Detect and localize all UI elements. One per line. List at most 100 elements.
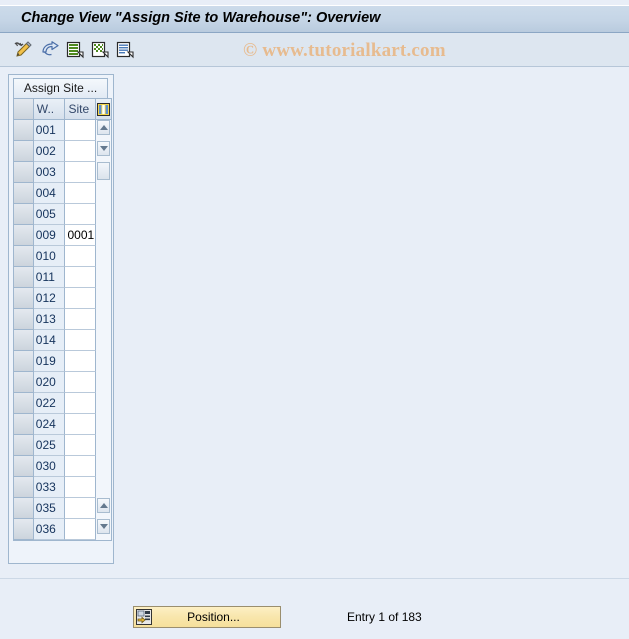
- row-select-cell[interactable]: [14, 456, 34, 477]
- cell-site[interactable]: [65, 477, 97, 498]
- cell-warehouse[interactable]: 020: [33, 372, 66, 393]
- cell-site[interactable]: [65, 183, 97, 204]
- cell-warehouse[interactable]: 030: [33, 456, 66, 477]
- undo-icon[interactable]: [40, 39, 62, 61]
- cell-site[interactable]: [65, 309, 97, 330]
- scroll-track-segment[interactable]: [96, 414, 111, 435]
- cell-warehouse[interactable]: 001: [33, 120, 66, 141]
- new-entries-icon[interactable]: [64, 39, 86, 61]
- cell-warehouse[interactable]: 004: [33, 183, 66, 204]
- cell-warehouse[interactable]: 036: [33, 519, 66, 540]
- cell-site[interactable]: [65, 288, 97, 309]
- scroll-thumb[interactable]: [97, 162, 110, 180]
- cell-site[interactable]: [65, 120, 97, 141]
- cell-site[interactable]: [65, 246, 97, 267]
- scroll-track-segment[interactable]: [96, 351, 111, 372]
- table-row[interactable]: 030: [14, 456, 111, 477]
- cell-site[interactable]: [65, 267, 97, 288]
- copy-as-icon[interactable]: [89, 39, 111, 61]
- cell-warehouse[interactable]: 022: [33, 393, 66, 414]
- cell-warehouse[interactable]: 014: [33, 330, 66, 351]
- cell-site[interactable]: [65, 456, 97, 477]
- table-row[interactable]: 020: [14, 372, 111, 393]
- cell-site[interactable]: [65, 162, 97, 183]
- position-button[interactable]: Position...: [133, 606, 281, 628]
- scroll-track-segment[interactable]: [96, 309, 111, 330]
- cell-site[interactable]: [65, 351, 97, 372]
- table-row[interactable]: 022: [14, 393, 111, 414]
- row-select-cell[interactable]: [14, 120, 34, 141]
- scroll-track-segment[interactable]: [96, 330, 111, 351]
- row-select-cell[interactable]: [14, 477, 34, 498]
- cell-site[interactable]: [65, 435, 97, 456]
- table-row[interactable]: 033: [14, 477, 111, 498]
- scroll-down-button[interactable]: [97, 141, 110, 156]
- row-select-cell[interactable]: [14, 204, 34, 225]
- cell-site[interactable]: [65, 204, 97, 225]
- table-row[interactable]: 024: [14, 414, 111, 435]
- table-row[interactable]: 014: [14, 330, 111, 351]
- change-display-icon[interactable]: [12, 39, 34, 61]
- scroll-track-segment[interactable]: [96, 372, 111, 393]
- scroll-track-segment[interactable]: [96, 246, 111, 267]
- row-select-cell[interactable]: [14, 246, 34, 267]
- row-select-cell[interactable]: [14, 372, 34, 393]
- cell-warehouse[interactable]: 012: [33, 288, 66, 309]
- cell-warehouse[interactable]: 013: [33, 309, 66, 330]
- table-row[interactable]: 010: [14, 246, 111, 267]
- row-select-cell[interactable]: [14, 288, 34, 309]
- scroll-track-segment[interactable]: [96, 204, 111, 225]
- row-select-cell[interactable]: [14, 351, 34, 372]
- cell-site[interactable]: [65, 414, 97, 435]
- table-row[interactable]: 009 0001: [14, 225, 111, 246]
- cell-site[interactable]: [65, 141, 97, 162]
- cell-warehouse[interactable]: 010: [33, 246, 66, 267]
- table-row[interactable]: 005: [14, 204, 111, 225]
- scroll-track-segment[interactable]: [96, 456, 111, 477]
- cell-warehouse[interactable]: 003: [33, 162, 66, 183]
- scroll-track-segment[interactable]: [96, 225, 111, 246]
- row-select-cell[interactable]: [14, 141, 34, 162]
- row-select-cell[interactable]: [14, 225, 34, 246]
- scroll-track-segment[interactable]: [96, 288, 111, 309]
- cell-site[interactable]: [65, 372, 97, 393]
- column-header-warehouse[interactable]: W..: [33, 99, 66, 120]
- cell-warehouse[interactable]: 033: [33, 477, 66, 498]
- row-select-cell[interactable]: [14, 330, 34, 351]
- scroll-page-up-button[interactable]: [97, 498, 110, 513]
- cell-warehouse[interactable]: 019: [33, 351, 66, 372]
- table-row[interactable]: 019: [14, 351, 111, 372]
- column-header-site[interactable]: Site: [65, 99, 97, 120]
- cell-warehouse[interactable]: 009: [33, 225, 66, 246]
- row-select-cell[interactable]: [14, 435, 34, 456]
- row-select-cell[interactable]: [14, 162, 34, 183]
- cell-site[interactable]: 0001: [65, 225, 97, 246]
- cell-warehouse[interactable]: 011: [33, 267, 66, 288]
- row-select-cell[interactable]: [14, 183, 34, 204]
- cell-warehouse[interactable]: 002: [33, 141, 66, 162]
- scroll-track-segment[interactable]: [96, 267, 111, 288]
- row-select-cell[interactable]: [14, 267, 34, 288]
- row-select-cell[interactable]: [14, 414, 34, 435]
- column-config-icon[interactable]: [96, 99, 111, 120]
- row-select-cell[interactable]: [14, 519, 34, 540]
- row-select-cell[interactable]: [14, 309, 34, 330]
- scroll-track-segment[interactable]: [96, 393, 111, 414]
- table-row[interactable]: 004: [14, 183, 111, 204]
- table-row[interactable]: 011: [14, 267, 111, 288]
- table-row[interactable]: 012: [14, 288, 111, 309]
- scroll-track-segment[interactable]: [96, 183, 111, 204]
- scroll-page-down-button[interactable]: [97, 519, 110, 534]
- scroll-track-segment[interactable]: [96, 435, 111, 456]
- cell-site[interactable]: [65, 330, 97, 351]
- scroll-track-segment[interactable]: [96, 477, 111, 498]
- cell-site[interactable]: [65, 519, 97, 540]
- row-select-cell[interactable]: [14, 498, 34, 519]
- cell-site[interactable]: [65, 393, 97, 414]
- cell-site[interactable]: [65, 498, 97, 519]
- cell-warehouse[interactable]: 025: [33, 435, 66, 456]
- table-row[interactable]: 013: [14, 309, 111, 330]
- table-row[interactable]: 025: [14, 435, 111, 456]
- cell-warehouse[interactable]: 005: [33, 204, 66, 225]
- row-select-cell[interactable]: [14, 393, 34, 414]
